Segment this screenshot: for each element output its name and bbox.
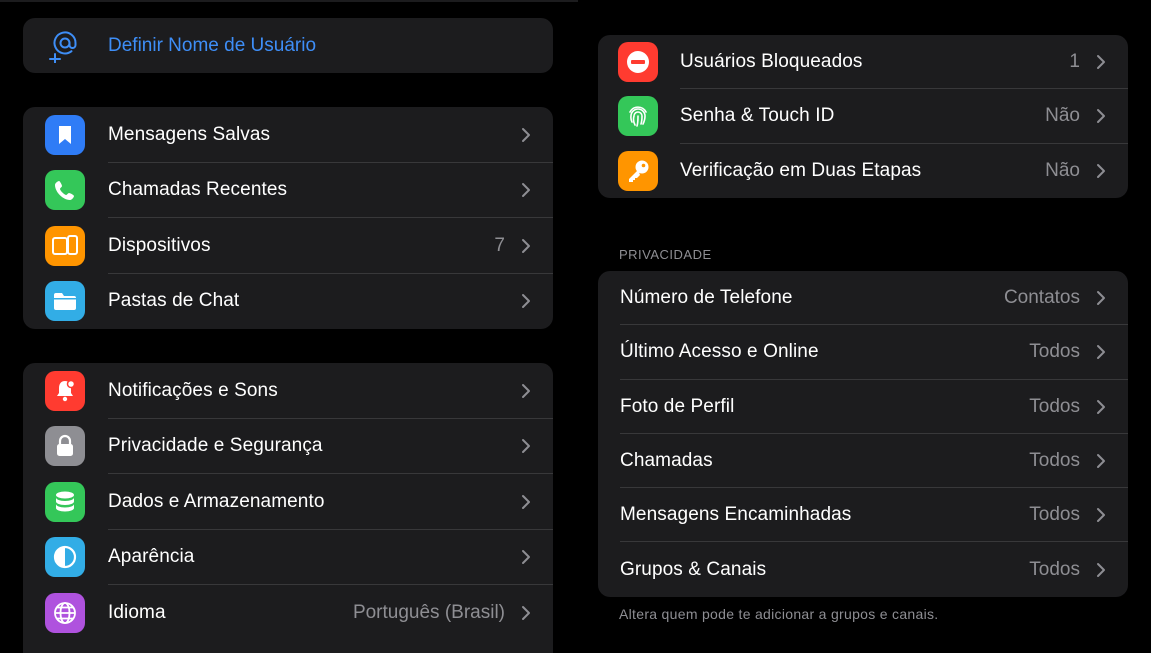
chevron-right-icon xyxy=(517,237,535,255)
privacy-security-row[interactable]: Privacidade e Segurança xyxy=(23,419,553,474)
folder-icon xyxy=(45,281,85,322)
chevron-right-icon xyxy=(1092,162,1110,180)
last-seen-row[interactable]: Último Acesso e Online Todos xyxy=(598,325,1128,380)
profile-photo-row[interactable]: Foto de Perfil Todos xyxy=(598,380,1128,434)
data-storage-row[interactable]: Dados e Armazenamento xyxy=(23,474,553,530)
database-icon xyxy=(45,481,85,522)
saved-messages-label: Mensagens Salvas xyxy=(108,123,271,145)
last-seen-label: Último Acesso e Online xyxy=(620,341,819,363)
devices-row[interactable]: Dispositivos 7 xyxy=(23,218,553,274)
saved-messages-row[interactable]: Mensagens Salvas xyxy=(23,107,553,163)
chevron-right-icon xyxy=(1092,289,1110,307)
privacy-group: Número de Telefone Contatos Último Acess… xyxy=(598,271,1128,597)
last-seen-value: Todos xyxy=(1029,341,1080,363)
blocked-users-row[interactable]: Usuários Bloqueados 1 xyxy=(598,35,1128,90)
chevron-right-icon xyxy=(517,126,535,144)
chevron-right-icon xyxy=(1092,561,1110,579)
data-storage-label: Dados e Armazenamento xyxy=(108,490,325,512)
passcode-value: Não xyxy=(1045,105,1080,127)
two-step-value: Não xyxy=(1045,159,1080,181)
groups-channels-row[interactable]: Grupos & Canais Todos xyxy=(598,542,1128,596)
notifications-label: Notificações e Sons xyxy=(108,379,278,401)
calls-row[interactable]: Chamadas Todos xyxy=(598,434,1128,489)
privacy-section-header: PRIVACIDADE xyxy=(619,247,712,262)
chevron-right-icon xyxy=(517,437,535,455)
security-group: Usuários Bloqueados 1 Senha & Touch ID N… xyxy=(598,35,1128,198)
two-step-row[interactable]: Verificação em Duas Etapas Não xyxy=(598,144,1128,198)
phone-number-row[interactable]: Número de Telefone Contatos xyxy=(598,271,1128,326)
notifications-row[interactable]: Notificações e Sons xyxy=(23,363,553,419)
passcode-label: Senha & Touch ID xyxy=(680,105,835,127)
globe-icon xyxy=(45,592,85,633)
appearance-label: Aparência xyxy=(108,546,195,568)
chevron-right-icon xyxy=(517,292,535,310)
chevron-right-icon xyxy=(517,493,535,511)
phone-number-value: Contatos xyxy=(1003,287,1080,309)
block-icon xyxy=(618,42,658,83)
key-icon xyxy=(618,150,658,191)
profile-photo-value: Todos xyxy=(1029,395,1080,417)
appearance-row[interactable]: Aparência xyxy=(23,530,553,585)
language-row[interactable]: Idioma Português (Brasil) xyxy=(23,585,553,641)
passcode-row[interactable]: Senha & Touch ID Não xyxy=(598,89,1128,144)
blocked-users-label: Usuários Bloqueados xyxy=(680,51,863,73)
forwarded-messages-value: Todos xyxy=(1029,504,1080,526)
chevron-right-icon xyxy=(517,548,535,566)
chevron-right-icon xyxy=(517,604,535,622)
blocked-users-count: 1 xyxy=(1069,51,1080,73)
recent-calls-label: Chamadas Recentes xyxy=(108,179,288,201)
settings-group-2: Notificações e Sons Privacidade e Segura… xyxy=(23,363,553,653)
bookmark-icon xyxy=(45,114,85,155)
chevron-right-icon xyxy=(1092,107,1110,125)
chevron-right-icon xyxy=(517,181,535,199)
set-username-label: Definir Nome de Usuário xyxy=(108,35,317,56)
chevron-right-icon xyxy=(1092,506,1110,524)
top-divider xyxy=(0,0,578,2)
chevron-right-icon xyxy=(1092,53,1110,71)
calls-value: Todos xyxy=(1029,450,1080,472)
chat-folders-row[interactable]: Pastas de Chat xyxy=(23,274,553,330)
privacy-security-label: Privacidade e Segurança xyxy=(108,435,323,457)
groups-channels-label: Grupos & Canais xyxy=(620,558,767,580)
chevron-right-icon xyxy=(1092,452,1110,470)
chat-folders-label: Pastas de Chat xyxy=(108,290,240,312)
at-person-icon xyxy=(47,29,81,65)
chevron-right-icon xyxy=(1092,343,1110,361)
bell-icon xyxy=(45,370,85,411)
settings-group-1: Mensagens Salvas Chamadas Recentes Dispo… xyxy=(23,107,553,329)
groups-channels-value: Todos xyxy=(1029,558,1080,580)
forwarded-messages-label: Mensagens Encaminhadas xyxy=(620,504,852,526)
set-username-row[interactable]: Definir Nome de Usuário xyxy=(23,18,553,73)
phone-icon xyxy=(45,170,85,211)
privacy-footer-note: Altera quem pode te adicionar a grupos e… xyxy=(619,606,939,622)
two-step-label: Verificação em Duas Etapas xyxy=(680,159,922,181)
devices-icon xyxy=(45,225,85,266)
contrast-icon xyxy=(45,537,85,578)
devices-count: 7 xyxy=(494,234,505,256)
phone-number-label: Número de Telefone xyxy=(620,287,793,309)
language-value: Português (Brasil) xyxy=(352,601,505,623)
recent-calls-row[interactable]: Chamadas Recentes xyxy=(23,163,553,218)
lock-icon xyxy=(45,426,85,467)
calls-label: Chamadas xyxy=(620,450,713,472)
profile-photo-label: Foto de Perfil xyxy=(620,395,735,417)
fingerprint-icon xyxy=(618,96,658,137)
chevron-right-icon xyxy=(1092,398,1110,416)
language-label: Idioma xyxy=(108,601,166,623)
forwarded-messages-row[interactable]: Mensagens Encaminhadas Todos xyxy=(598,488,1128,543)
chevron-right-icon xyxy=(517,382,535,400)
devices-label: Dispositivos xyxy=(108,234,211,256)
